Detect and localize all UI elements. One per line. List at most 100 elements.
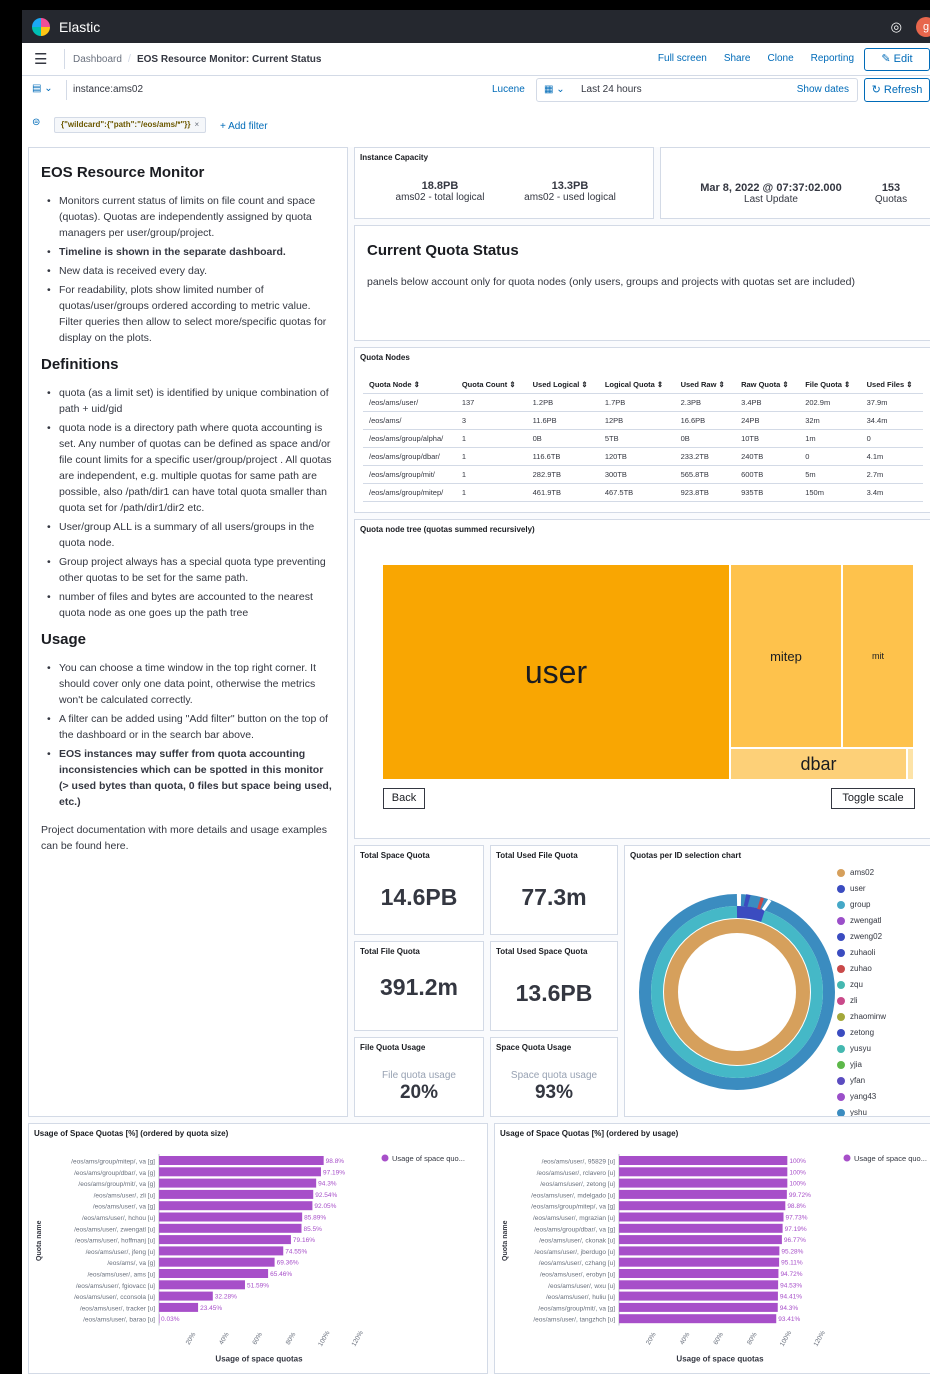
bar[interactable]: [619, 1223, 783, 1233]
table-row[interactable]: /eos/ams/group/dbar/1 116.6TB 120TB 233.2TB…: [363, 447, 923, 466]
table-row[interactable]: /eos/ams/3 11.6PB 12PB 16.6PB 24PB 32m 34.4m: [363, 411, 923, 430]
bar[interactable]: [619, 1178, 788, 1188]
bar[interactable]: [619, 1235, 782, 1245]
legend-item[interactable]: zli: [837, 996, 858, 1005]
legend-item[interactable]: yjia: [837, 1060, 862, 1069]
treemap-cell-user[interactable]: user: [383, 565, 729, 779]
hamburger-menu-icon[interactable]: ☰: [34, 50, 56, 68]
bar[interactable]: [619, 1257, 780, 1267]
saved-query-icon[interactable]: ▤ ⌄: [32, 83, 53, 94]
table-row[interactable]: /eos/ams/group/alpha/1 0B 5TB 0B 10TB 1m 0: [363, 429, 923, 448]
timeline-note[interactable]: Timeline is shown in the separate dashbo…: [59, 246, 286, 258]
date-picker[interactable]: ▦ ⌄ Last 24 hours Show dates: [536, 78, 858, 102]
show-dates-link[interactable]: Show dates: [797, 84, 849, 95]
legend-item[interactable]: yang43: [837, 1092, 876, 1101]
legend-item[interactable]: group: [837, 900, 870, 909]
legend-item[interactable]: yshu: [837, 1108, 867, 1116]
bar[interactable]: [619, 1212, 784, 1222]
donut-segment-small[interactable]: [757, 897, 764, 910]
treemap-cell-mitep[interactable]: mitep: [731, 565, 841, 747]
donut-chart[interactable]: [635, 890, 839, 1094]
bar[interactable]: [159, 1269, 269, 1278]
filter-pill[interactable]: {"wildcard":{"path":"/eos/ams/*"}} ×: [54, 117, 207, 133]
reporting-link[interactable]: Reporting: [811, 53, 854, 64]
time-range[interactable]: Last 24 hours: [581, 84, 642, 95]
bar[interactable]: [159, 1156, 324, 1165]
bar[interactable]: [159, 1280, 245, 1290]
bar-chart-by-size[interactable]: /eos/ams/group/mitep/, va [g] 98.8% /eos/a…: [29, 1142, 488, 1374]
legend-item[interactable]: zweng02: [837, 932, 882, 941]
bar[interactable]: [159, 1314, 160, 1324]
bar[interactable]: [159, 1302, 199, 1312]
treemap-cell-dbar[interactable]: dbar: [731, 749, 906, 779]
bar[interactable]: [159, 1201, 313, 1211]
full-screen-link[interactable]: Full screen: [658, 53, 707, 64]
legend-item[interactable]: yfan: [837, 1076, 865, 1085]
share-link[interactable]: Share: [724, 53, 751, 64]
bar[interactable]: [159, 1167, 321, 1177]
legend-item[interactable]: yusyu: [837, 1044, 871, 1053]
bar[interactable]: [159, 1257, 275, 1267]
table-row[interactable]: /eos/ams/user/137 1.2PB 1.7PB 2.3PB 3.4PB 202…: [363, 393, 923, 412]
column-header[interactable]: Logical Quota ⇕: [598, 376, 675, 394]
donut-segment-user[interactable]: [736, 906, 765, 922]
treemap-cell-other[interactable]: [908, 749, 913, 779]
bar-chart-by-usage[interactable]: /eos/ams/user/, 95829 [u] 100% /eos/ams/us…: [495, 1142, 930, 1374]
breadcrumb-dashboard[interactable]: Dashboard: [73, 54, 122, 65]
toggle-scale-button[interactable]: Toggle scale: [831, 788, 915, 809]
close-icon[interactable]: ×: [194, 120, 199, 129]
help-icon[interactable]: ◎: [891, 19, 902, 35]
bar[interactable]: [619, 1291, 778, 1301]
bar[interactable]: [619, 1201, 786, 1211]
bar[interactable]: [619, 1269, 779, 1278]
bar[interactable]: [159, 1178, 317, 1188]
filter-options-icon[interactable]: ⊜: [32, 117, 40, 128]
query-language-button[interactable]: Lucene: [492, 80, 525, 100]
legend-item[interactable]: zqu: [837, 980, 863, 989]
bar[interactable]: [159, 1291, 213, 1301]
bar[interactable]: [159, 1212, 303, 1222]
bar[interactable]: [619, 1156, 788, 1165]
bar[interactable]: [159, 1235, 291, 1245]
donut-ring-inner[interactable]: [664, 919, 810, 1065]
column-header[interactable]: Quota Count ⇕: [455, 376, 527, 394]
bar[interactable]: [619, 1314, 777, 1324]
donut-ring-middle[interactable]: [651, 906, 823, 1078]
column-header[interactable]: Used Logical ⇕: [526, 376, 599, 394]
clone-link[interactable]: Clone: [768, 53, 794, 64]
bar[interactable]: [159, 1246, 284, 1256]
bar[interactable]: [159, 1223, 302, 1233]
avatar[interactable]: g: [916, 17, 930, 37]
bar[interactable]: [619, 1302, 778, 1312]
table-row[interactable]: /eos/ams/group/mit/1 282.9TB 300TB 565.8TB 6…: [363, 465, 923, 484]
add-filter-link[interactable]: + Add filter: [220, 121, 268, 132]
legend-item[interactable]: zuhao: [837, 964, 872, 973]
legend-item[interactable]: zwengatl: [837, 916, 882, 925]
column-header[interactable]: Quota Node ⇕: [363, 376, 456, 394]
treemap-cell-mit[interactable]: mit: [843, 565, 913, 747]
column-header[interactable]: File Quota ⇕: [799, 376, 861, 394]
column-header[interactable]: Raw Quota ⇕: [735, 376, 800, 394]
column-header[interactable]: Used Files ⇕: [860, 376, 923, 394]
refresh-button[interactable]: ↻ Refresh: [864, 78, 930, 102]
calendar-icon[interactable]: ▦ ⌄: [544, 84, 565, 95]
bar[interactable]: [619, 1280, 779, 1290]
column-header[interactable]: Used Raw ⇕: [674, 376, 736, 394]
bar[interactable]: [619, 1246, 780, 1256]
legend-item[interactable]: zetong: [837, 1028, 874, 1037]
back-button[interactable]: Back: [383, 788, 425, 809]
bar[interactable]: [619, 1167, 788, 1177]
legend-item[interactable]: user: [837, 884, 866, 893]
elastic-logo-icon[interactable]: [32, 17, 50, 36]
documentation-link-text[interactable]: Project documentation with more details …: [41, 822, 335, 854]
bar[interactable]: [159, 1189, 314, 1199]
legend-item[interactable]: zuhaoli: [837, 948, 875, 957]
brand-name[interactable]: Elastic: [59, 19, 100, 35]
edit-button[interactable]: ✎ Edit: [864, 48, 930, 71]
legend-item[interactable]: ams02: [837, 868, 874, 877]
bar[interactable]: [619, 1189, 787, 1199]
legend-label[interactable]: Usage of space quo...: [392, 1154, 465, 1163]
legend-label[interactable]: Usage of space quo...: [854, 1154, 927, 1163]
table-row[interactable]: /eos/ams/group/mitep/1 461.9TB 467.5TB 923.…: [363, 483, 923, 502]
search-input[interactable]: instance:ams02: [66, 80, 482, 100]
